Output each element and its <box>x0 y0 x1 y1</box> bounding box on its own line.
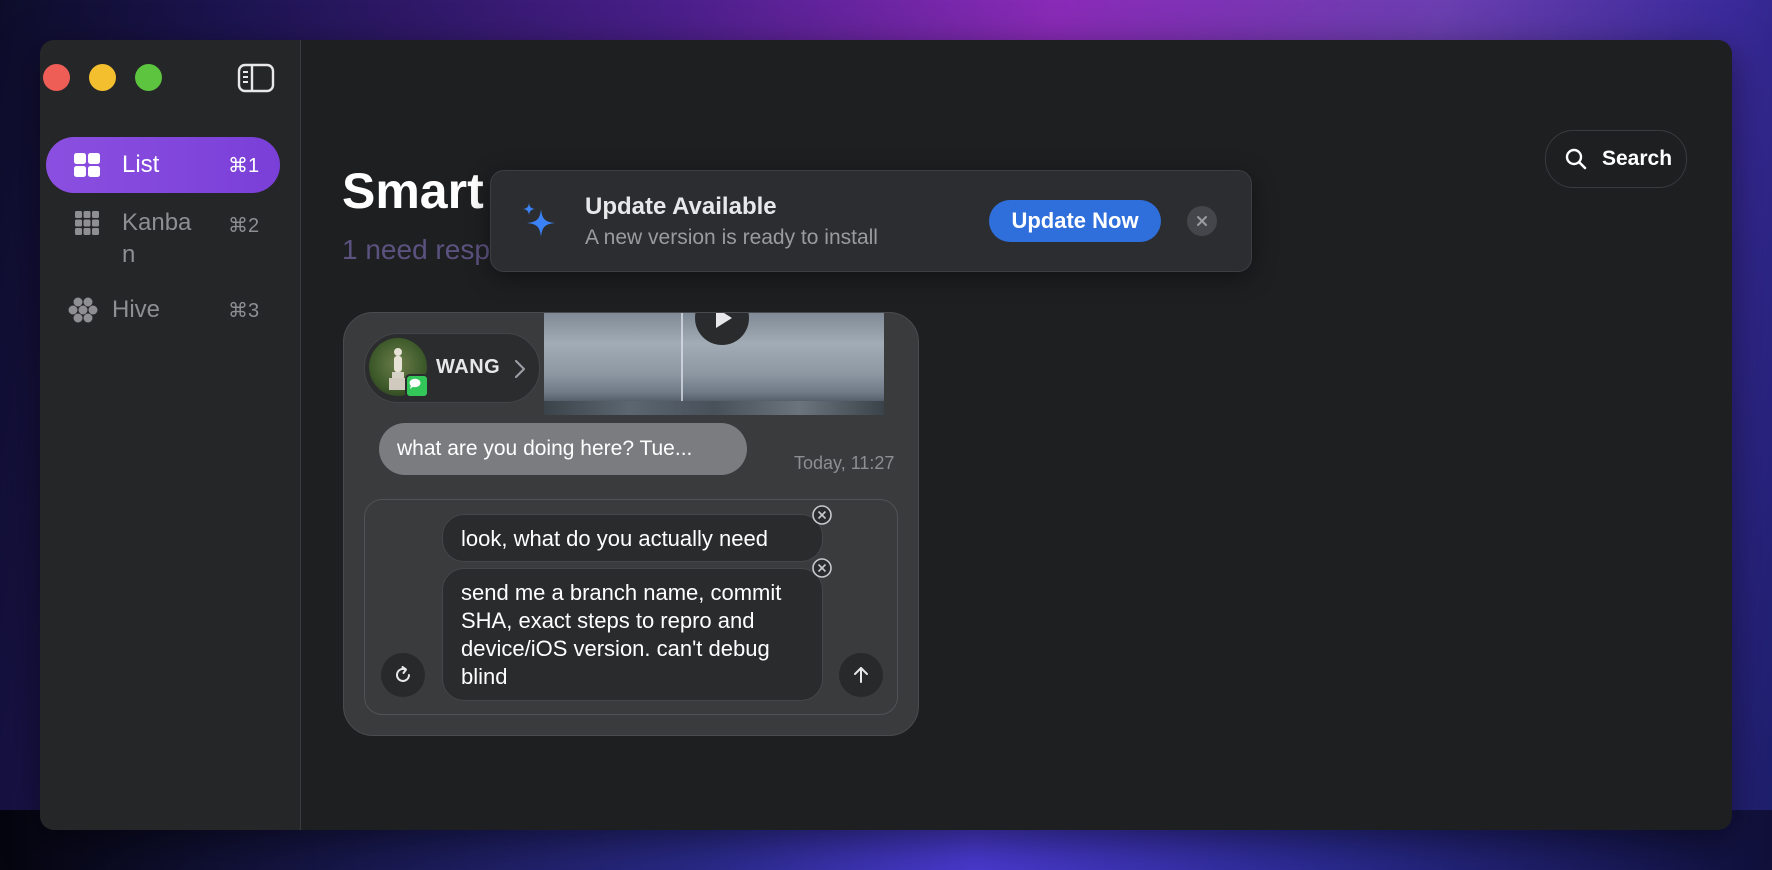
sidebar: List ⌘1 Kanba n ⌘2 Hive ⌘3 <box>40 40 301 830</box>
close-toast-button[interactable] <box>1187 206 1217 236</box>
page-title: Smart <box>342 163 484 219</box>
draft-reply[interactable]: look, what do you actually need <box>442 514 823 562</box>
sparkle-icon <box>523 203 555 237</box>
regenerate-button[interactable] <box>381 653 425 697</box>
zoom-window-button[interactable] <box>135 64 162 91</box>
contact-name: WANG <box>436 356 501 378</box>
suggested-replies-panel: look, what do you actually need send me … <box>364 499 898 715</box>
play-icon <box>716 313 732 328</box>
message-timestamp: Today, 11:27 <box>794 453 895 473</box>
app-window: List ⌘1 Kanba n ⌘2 Hive ⌘3 Search Smart … <box>40 40 1732 830</box>
toast-title: Update Available <box>585 193 777 220</box>
sidebar-item-label: List <box>122 151 160 178</box>
remove-draft-icon[interactable] <box>811 557 833 579</box>
search-icon <box>1565 148 1587 170</box>
update-now-button[interactable]: Update Now <box>989 200 1161 242</box>
page-subtitle: 1 need resp <box>342 234 490 265</box>
arrow-up-icon <box>854 667 868 683</box>
shortcut-label: ⌘2 <box>228 215 260 237</box>
grid-3x3-icon <box>75 211 99 235</box>
incoming-message-text: what are you doing here? Tue... <box>397 437 693 460</box>
chevron-right-icon <box>514 359 526 379</box>
sidebar-item-label: Kanba n <box>122 209 192 268</box>
shortcut-label: ⌘1 <box>228 154 260 177</box>
send-button[interactable] <box>839 653 883 697</box>
sidebar-item-hive[interactable]: Hive ⌘3 <box>46 282 280 338</box>
update-toast: Update Available A new version is ready … <box>490 170 1252 272</box>
contact-chip[interactable]: WANG <box>364 333 540 403</box>
remove-draft-icon[interactable] <box>811 504 833 526</box>
sidebar-item-list[interactable]: List ⌘1 <box>46 137 280 193</box>
shortcut-label: ⌘3 <box>228 299 260 322</box>
messages-app-icon <box>405 374 429 398</box>
toast-subtitle: A new version is ready to install <box>585 226 878 249</box>
conversation-card[interactable]: WANG what are you doing here? Tue... Tod… <box>343 312 919 736</box>
grid-2x2-icon <box>74 153 100 177</box>
minimize-window-button[interactable] <box>89 64 116 91</box>
search-label: Search <box>1602 147 1673 170</box>
hive-icon <box>68 297 98 323</box>
search-button[interactable]: Search <box>1545 130 1687 188</box>
incoming-message-bubble: what are you doing here? Tue... <box>379 423 747 475</box>
refresh-icon <box>396 666 410 682</box>
sidebar-item-kanban[interactable]: Kanba n ⌘2 <box>46 195 280 275</box>
close-window-button[interactable] <box>43 64 70 91</box>
close-icon <box>1197 216 1207 226</box>
sidebar-toggle-icon[interactable] <box>236 62 276 94</box>
sidebar-item-label: Hive <box>112 296 161 323</box>
draft-reply[interactable]: send me a branch name, commit SHA, exact… <box>442 568 823 701</box>
